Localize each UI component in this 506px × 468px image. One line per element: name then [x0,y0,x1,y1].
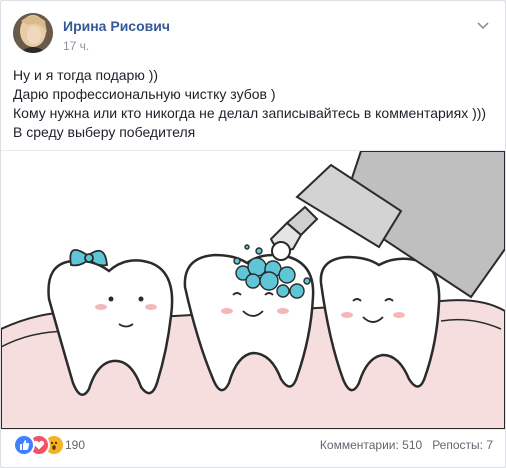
post-footer: 190 Комментарии: 510 Репосты: 7 [13,431,493,457]
comments-count-link[interactable]: Комментарии: 510 [320,438,422,452]
shares-count-link[interactable]: Репосты: 7 [432,438,493,452]
post-text-line: Ну и я тогда подарю )) [13,67,159,83]
engagement-stats: Комментарии: 510 Репосты: 7 [320,438,493,452]
post-text-line: Дарю профессиональную чистку зубов ) [13,86,276,102]
post-timestamp[interactable]: 17 ч. [63,39,89,53]
teeth-illustration [1,151,505,429]
post-text-line: В среду выберу победителя [13,124,196,140]
reaction-count[interactable]: 190 [65,438,85,452]
post-text-line: Кому нужна или кто никогда не делал запи… [13,105,487,121]
like-icon [13,434,35,456]
post-text: Ну и я тогда подарю )) Дарю профессионал… [13,66,493,142]
author-name[interactable]: Ирина Рисович [63,18,170,34]
author-avatar[interactable] [13,13,53,53]
post-image[interactable] [1,150,505,430]
post-header: Ирина Рисович 17 ч. [13,13,493,57]
post-options-chevron-icon[interactable] [473,15,493,35]
avatar-image [13,13,53,53]
post-card: Ирина Рисович 17 ч. Ну и я тогда подарю … [0,0,506,468]
